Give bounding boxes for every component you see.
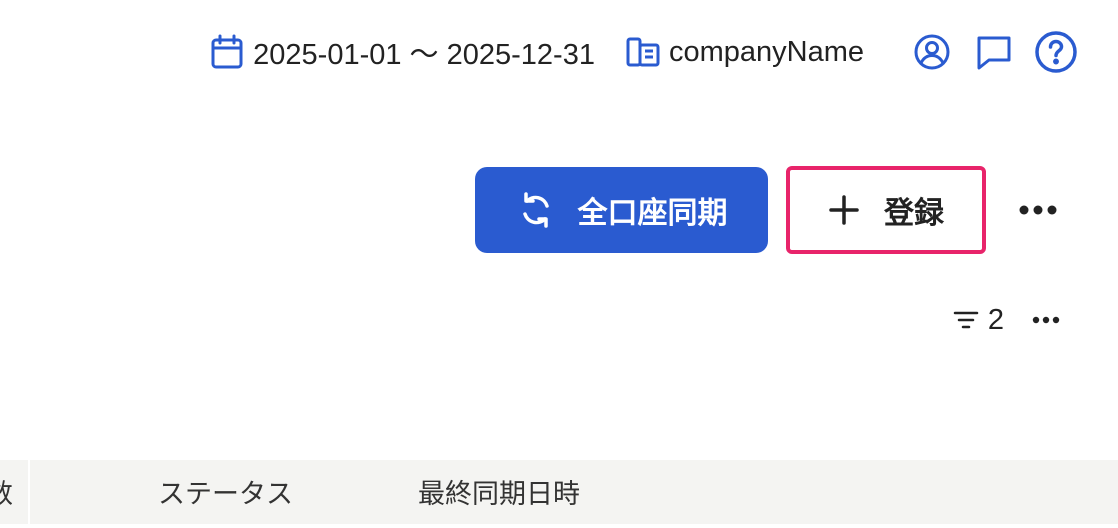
building-icon <box>623 32 663 72</box>
more-actions-button[interactable] <box>1010 182 1066 238</box>
date-range-text: 2025-01-01 〜 2025-12-31 <box>253 39 595 71</box>
sync-icon <box>516 190 556 230</box>
column-header-last-sync[interactable]: 最終同期日時 <box>418 460 580 524</box>
sync-all-accounts-button[interactable]: 全口座同期 <box>475 167 768 253</box>
filter-count: 2 <box>987 303 1004 336</box>
column-header-count[interactable]: 数 <box>0 460 12 524</box>
calendar-icon <box>207 32 247 72</box>
register-button[interactable]: 登録 <box>786 166 986 254</box>
help-button[interactable] <box>1034 30 1078 74</box>
column-divider <box>28 460 30 524</box>
sync-all-label: 全口座同期 <box>577 197 728 230</box>
action-bar: 全口座同期 登録 <box>475 166 1066 254</box>
filter-button[interactable]: 2 <box>952 304 1004 337</box>
table-header: 数 ステータス 最終同期日時 <box>0 460 1118 524</box>
user-circle-icon <box>914 34 950 70</box>
chat-icon <box>977 36 1011 70</box>
date-range-selector[interactable]: 2025-01-01 〜 2025-12-31 <box>207 31 595 73</box>
filter-icon <box>953 311 979 329</box>
feedback-button[interactable] <box>972 30 1016 74</box>
more-horizontal-icon <box>1032 316 1060 324</box>
account-button[interactable] <box>910 30 954 74</box>
help-icon <box>1035 31 1077 73</box>
register-label: 登録 <box>884 197 944 230</box>
more-horizontal-icon <box>1019 205 1057 215</box>
table-options-button[interactable] <box>1024 298 1068 342</box>
plus-icon <box>828 194 860 226</box>
company-selector[interactable]: companyName <box>623 32 864 72</box>
filter-bar: 2 <box>952 296 1068 344</box>
column-header-status[interactable]: ステータス <box>158 460 293 524</box>
company-name-text: companyName <box>668 35 864 68</box>
top-bar: 2025-01-01 〜 2025-12-31 companyName <box>207 24 1078 80</box>
